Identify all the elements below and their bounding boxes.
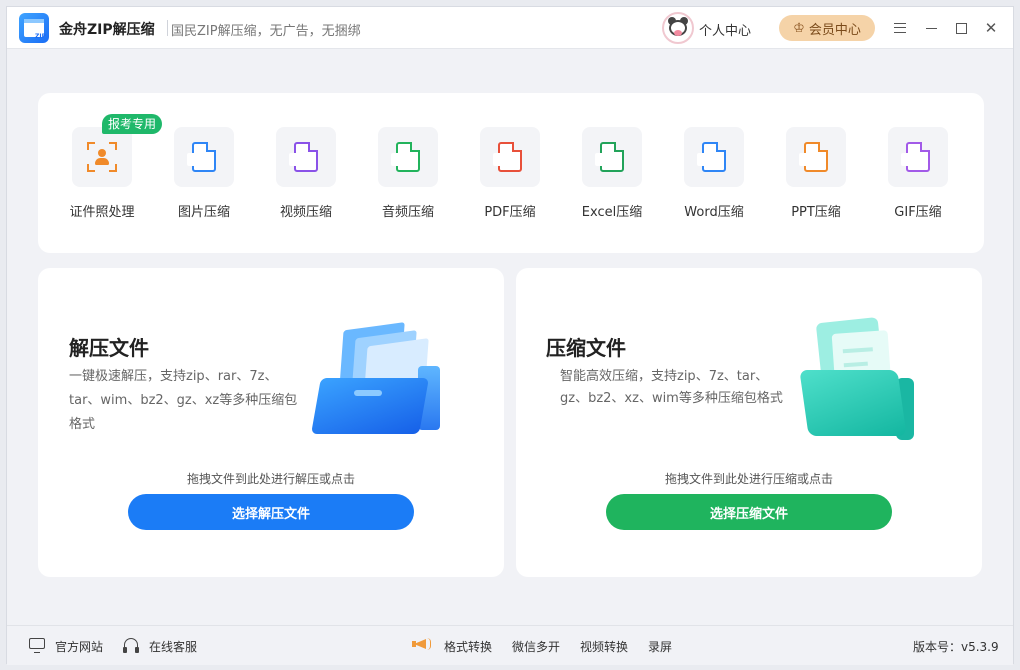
select-compress-file-button[interactable]: 选择压缩文件 — [606, 494, 892, 530]
drawer-illustration-icon — [308, 320, 448, 445]
compress-dropzone[interactable]: 压缩文件 智能高效压缩，支持zip、7z、tar、gz、bz2、xz、wim等多… — [516, 268, 982, 577]
user-avatar[interactable] — [662, 12, 694, 44]
version-label: 版本号：v5.3.9 — [913, 640, 999, 654]
decompress-drag-hint: 拖拽文件到此处进行解压或点击 — [186, 472, 355, 486]
tool-gif-compress[interactable]: G GIF压缩 — [870, 127, 966, 227]
exam-badge: 报考专用 — [102, 114, 162, 134]
online-support-link[interactable]: 在线客服 — [149, 638, 197, 655]
tool-excel-compress[interactable]: X Excel压缩 — [564, 127, 660, 227]
decompress-title: 解压文件 — [69, 336, 149, 360]
menu-icon[interactable] — [889, 17, 911, 39]
excel-file-icon: X — [595, 142, 624, 172]
close-icon[interactable]: ✕ — [980, 17, 1002, 39]
app-slogan: 国民ZIP解压缩，无广告，无捆绑 — [171, 24, 361, 39]
screen-record-link[interactable]: 录屏 — [648, 638, 672, 655]
decompress-dropzone[interactable]: 解压文件 一键极速解压，支持zip、rar、7z、tar、wim、bz2、gz、… — [38, 268, 504, 577]
megaphone-icon — [412, 636, 432, 652]
headset-icon — [123, 638, 139, 653]
vip-center-label: 会员中心 — [808, 22, 861, 38]
folder-illustration-icon — [799, 316, 930, 450]
gif-file-icon: G — [901, 142, 930, 172]
title-bar: ZIP 金舟ZIP解压缩 国民ZIP解压缩，无广告，无捆绑 个人中心 ♔ 会员中… — [7, 7, 1013, 49]
video-file-icon: ▶ — [289, 142, 318, 172]
image-file-icon: ▲ — [187, 142, 216, 172]
tool-label: 证件照处理 — [69, 205, 135, 220]
crown-icon: ♔ — [793, 20, 805, 36]
title-divider — [167, 20, 168, 36]
tool-label: Word压缩 — [684, 205, 744, 220]
pdf-file-icon: A — [493, 142, 522, 172]
tool-ppt-compress[interactable]: P PPT压缩 — [768, 127, 864, 227]
tool-label: Excel压缩 — [581, 205, 643, 220]
tool-label: 音频压缩 — [381, 205, 434, 220]
ppt-file-icon: P — [799, 142, 828, 172]
tool-pdf-compress[interactable]: A PDF压缩 — [462, 127, 558, 227]
tool-label: 图片压缩 — [177, 205, 230, 220]
video-convert-link[interactable]: 视频转换 — [580, 638, 628, 655]
compress-title: 压缩文件 — [546, 336, 626, 360]
id-photo-icon — [87, 142, 117, 172]
decompress-description: 一键极速解压，支持zip、rar、7z、tar、wim、bz2、gz、xz等多种… — [69, 369, 298, 432]
monitor-icon — [29, 638, 45, 653]
tool-label: PPT压缩 — [791, 205, 841, 220]
footer-bar: 官方网站 在线客服 格式转换 微信多开 视频转换 录屏 版本号：v5.3.9 — [7, 625, 1013, 665]
word-file-icon: W — [697, 142, 726, 172]
app-logo-icon: ZIP — [19, 13, 49, 43]
audio-file-icon: ♫ — [391, 142, 420, 172]
format-convert-link[interactable]: 格式转换 — [444, 638, 492, 655]
app-logo-text: ZIP — [35, 33, 46, 40]
tool-label: PDF压缩 — [484, 205, 536, 220]
tool-image-compress[interactable]: ▲ 图片压缩 — [156, 127, 252, 227]
vip-center-button[interactable]: ♔ 会员中心 — [779, 15, 875, 41]
wechat-multi-link[interactable]: 微信多开 — [512, 638, 560, 655]
compress-drag-hint: 拖拽文件到此处进行压缩或点击 — [664, 472, 833, 486]
tools-panel: 证件照处理 ▲ 图片压缩 ▶ 视频压缩 ♫ 音频压缩 A PDF压缩 X Exc… — [38, 93, 984, 253]
compress-description: 智能高效压缩，支持zip、7z、tar、gz、bz2、xz、wim等多种压缩包格… — [560, 369, 783, 406]
app-window: ZIP 金舟ZIP解压缩 国民ZIP解压缩，无广告，无捆绑 个人中心 ♔ 会员中… — [6, 6, 1014, 665]
personal-center-link[interactable]: 个人中心 — [699, 20, 751, 39]
tool-audio-compress[interactable]: ♫ 音频压缩 — [360, 127, 456, 227]
tool-label: 视频压缩 — [279, 205, 332, 220]
tool-label: GIF压缩 — [894, 205, 942, 220]
tool-word-compress[interactable]: W Word压缩 — [666, 127, 762, 227]
official-website-link[interactable]: 官方网站 — [55, 638, 103, 655]
minimize-icon[interactable] — [920, 17, 942, 39]
app-title: 金舟ZIP解压缩 — [59, 22, 155, 38]
maximize-icon[interactable] — [950, 17, 972, 39]
select-decompress-file-button[interactable]: 选择解压文件 — [128, 494, 414, 530]
tool-video-compress[interactable]: ▶ 视频压缩 — [258, 127, 354, 227]
tool-id-photo[interactable]: 证件照处理 — [54, 127, 150, 227]
